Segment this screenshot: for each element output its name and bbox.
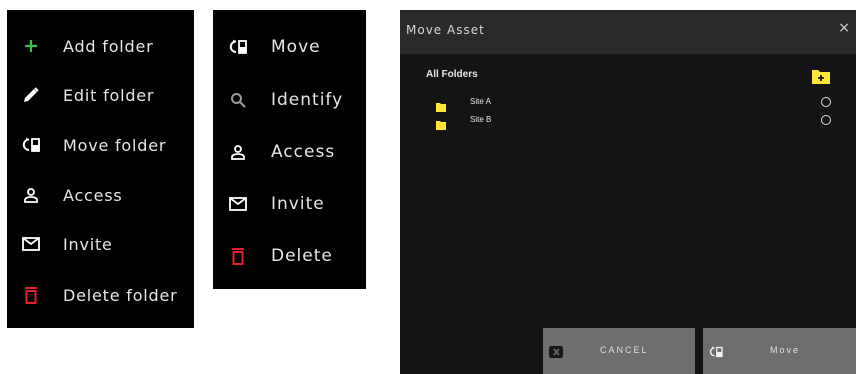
trash-icon: [21, 285, 41, 305]
folder-name: Site B: [470, 115, 492, 124]
menu-item-delete-folder[interactable]: Delete folder: [7, 280, 194, 310]
menu-item-label: Move folder: [63, 135, 167, 155]
plus-icon: [21, 36, 41, 56]
folder-row[interactable]: Site B: [400, 114, 856, 130]
cancel-label: CANCEL: [600, 345, 649, 355]
close-icon[interactable]: ×: [838, 20, 850, 36]
folder-context-menu: Add folder Edit folder Move folder Acces…: [7, 10, 194, 328]
menu-item-label: Delete: [271, 246, 333, 266]
menu-item-identify[interactable]: Identify: [213, 85, 366, 115]
menu-item-add-folder[interactable]: Add folder: [7, 31, 194, 61]
cancel-button[interactable]: CANCEL: [543, 328, 695, 374]
menu-item-edit-folder[interactable]: Edit folder: [7, 80, 194, 110]
menu-item-access[interactable]: Access: [7, 180, 194, 210]
folder-icon: [436, 115, 446, 130]
folder-radio[interactable]: [821, 115, 831, 125]
menu-item-delete[interactable]: Delete: [213, 241, 366, 271]
menu-item-label: Invite: [63, 234, 113, 254]
folder-row[interactable]: Site A: [400, 96, 856, 112]
trash-icon: [228, 246, 248, 266]
menu-item-label: Invite: [271, 194, 325, 214]
mail-icon: [21, 234, 41, 254]
dialog-title: Move Asset: [406, 23, 485, 37]
menu-item-invite[interactable]: Invite: [7, 229, 194, 259]
dialog-header: Move Asset ×: [400, 10, 856, 54]
person-icon: [21, 185, 41, 205]
all-folders-label[interactable]: All Folders: [426, 69, 478, 80]
folder-icon: [436, 97, 446, 112]
menu-item-label: Add folder: [63, 36, 154, 56]
menu-item-access[interactable]: Access: [213, 137, 366, 167]
backspace-icon: [549, 343, 563, 358]
folder-radio[interactable]: [821, 97, 831, 107]
search-icon: [228, 90, 248, 110]
mail-icon: [228, 194, 248, 214]
move-icon: [228, 37, 248, 57]
move-label: Move: [770, 345, 801, 355]
menu-item-label: Edit folder: [63, 85, 155, 105]
menu-item-label: Identify: [271, 90, 344, 110]
menu-item-move[interactable]: Move: [213, 32, 366, 62]
move-icon: [21, 135, 41, 155]
menu-item-invite[interactable]: Invite: [213, 189, 366, 219]
menu-item-label: Access: [271, 142, 336, 162]
person-icon: [228, 142, 248, 162]
menu-item-label: Access: [63, 185, 123, 205]
pencil-icon: [21, 85, 41, 105]
move-asset-dialog: Move Asset × All Folders Site A Site B C…: [400, 10, 856, 374]
move-icon: [709, 343, 723, 358]
menu-item-move-folder[interactable]: Move folder: [7, 130, 194, 160]
folder-plus-icon[interactable]: [812, 68, 830, 84]
asset-context-menu: Move Identify Access Invite Delete: [213, 10, 366, 289]
move-button[interactable]: Move: [703, 328, 856, 374]
folder-name: Site A: [470, 97, 491, 106]
menu-item-label: Delete folder: [63, 285, 178, 305]
menu-item-label: Move: [271, 37, 321, 57]
